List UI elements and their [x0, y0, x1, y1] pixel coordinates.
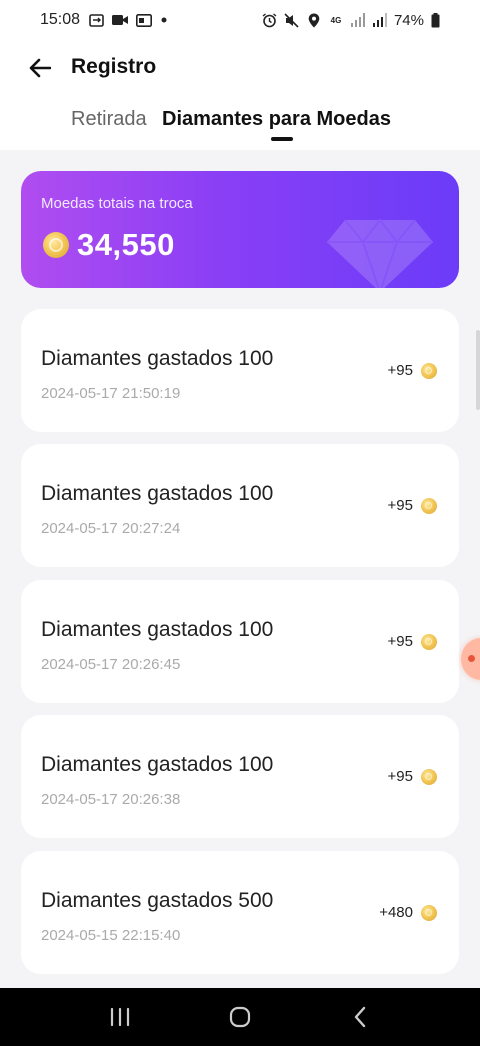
app-header: Registro Retirada Diamantes para Moedas	[0, 40, 480, 150]
record-item[interactable]: Diamantes gastados 100 2024-05-17 20:26:…	[21, 715, 459, 838]
status-right: 4G 74%	[262, 12, 440, 29]
tab-withdraw[interactable]: Retirada	[71, 108, 147, 131]
battery-icon	[430, 12, 440, 27]
record-title: Diamantes gastados 100	[41, 618, 274, 641]
coin-icon	[421, 497, 437, 514]
back-button[interactable]	[22, 52, 58, 84]
record-title: Diamantes gastados 100	[41, 347, 274, 370]
record-amount-row: +480	[379, 904, 437, 921]
location-icon	[306, 13, 322, 27]
record-date: 2024-05-17 20:26:38	[41, 791, 181, 808]
mute-icon	[284, 12, 300, 28]
signal-icon	[372, 13, 388, 27]
dot-icon	[160, 13, 168, 27]
system-nav-bar	[0, 988, 480, 1046]
home-button[interactable]	[220, 997, 260, 1037]
recent-apps-icon	[110, 1007, 130, 1027]
status-time: 15:08	[40, 11, 81, 28]
status-left: 15:08	[40, 11, 168, 29]
tab-diamonds-to-coins[interactable]: Diamantes para Moedas	[162, 108, 391, 131]
record-date: 2024-05-17 21:50:19	[41, 385, 181, 402]
tab-bar: Retirada Diamantes para Moedas	[0, 108, 480, 141]
sync-icon	[88, 13, 104, 27]
battery-level: 74%	[393, 11, 424, 29]
record-date: 2024-05-17 20:26:45	[41, 656, 181, 673]
coin-icon	[421, 768, 437, 785]
floating-bubble[interactable]	[461, 638, 480, 680]
record-amount-row: +95	[388, 633, 437, 650]
record-item[interactable]: Diamantes gastados 100 2024-05-17 20:26:…	[21, 580, 459, 703]
carrier-icon	[136, 13, 153, 27]
record-amount: +95	[387, 362, 413, 379]
record-title: Diamantes gastados 100	[41, 753, 274, 776]
record-amount: +95	[387, 768, 413, 785]
total-coins-row: 34,550	[43, 227, 175, 263]
record-amount: +95	[387, 497, 413, 514]
record-amount-row: +95	[388, 768, 437, 785]
coin-icon	[421, 904, 437, 921]
record-item[interactable]: Diamantes gastados 100 2024-05-17 21:50:…	[21, 309, 459, 432]
alarm-icon	[262, 12, 278, 27]
record-date: 2024-05-15 22:15:40	[41, 927, 181, 944]
coin-icon	[421, 633, 437, 650]
active-tab-indicator	[271, 137, 293, 141]
record-date: 2024-05-17 20:27:24	[41, 520, 181, 537]
total-coins-value: 34,550	[77, 227, 175, 262]
video-icon	[112, 13, 129, 27]
diamond-icon	[327, 218, 433, 288]
coin-icon	[421, 362, 437, 379]
back-icon	[354, 1006, 366, 1028]
record-amount-row: +95	[388, 497, 437, 514]
status-bar: 15:08 4G 74%	[0, 0, 480, 40]
arrow-left-icon	[29, 58, 51, 78]
record-item[interactable]: Diamantes gastados 100 2024-05-17 20:27:…	[21, 444, 459, 567]
recent-apps-button[interactable]	[100, 997, 140, 1037]
record-title: Diamantes gastados 500	[41, 889, 274, 912]
coin-icon	[43, 232, 69, 258]
scrollbar[interactable]	[476, 330, 480, 410]
record-title: Diamantes gastados 100	[41, 482, 274, 505]
record-amount: +480	[379, 904, 413, 921]
page-title: Registro	[71, 55, 157, 78]
total-coins-label: Moedas totais na troca	[41, 195, 193, 212]
record-amount: +95	[387, 633, 413, 650]
signal-icon	[350, 13, 366, 27]
record-amount-row: +95	[388, 362, 437, 379]
network-4g-icon: 4G	[330, 15, 342, 25]
total-coins-card: Moedas totais na troca 34,550	[21, 171, 459, 288]
nav-back-button[interactable]	[340, 997, 380, 1037]
home-icon	[229, 1006, 251, 1028]
record-item[interactable]: Diamantes gastados 500 2024-05-15 22:15:…	[21, 851, 459, 974]
